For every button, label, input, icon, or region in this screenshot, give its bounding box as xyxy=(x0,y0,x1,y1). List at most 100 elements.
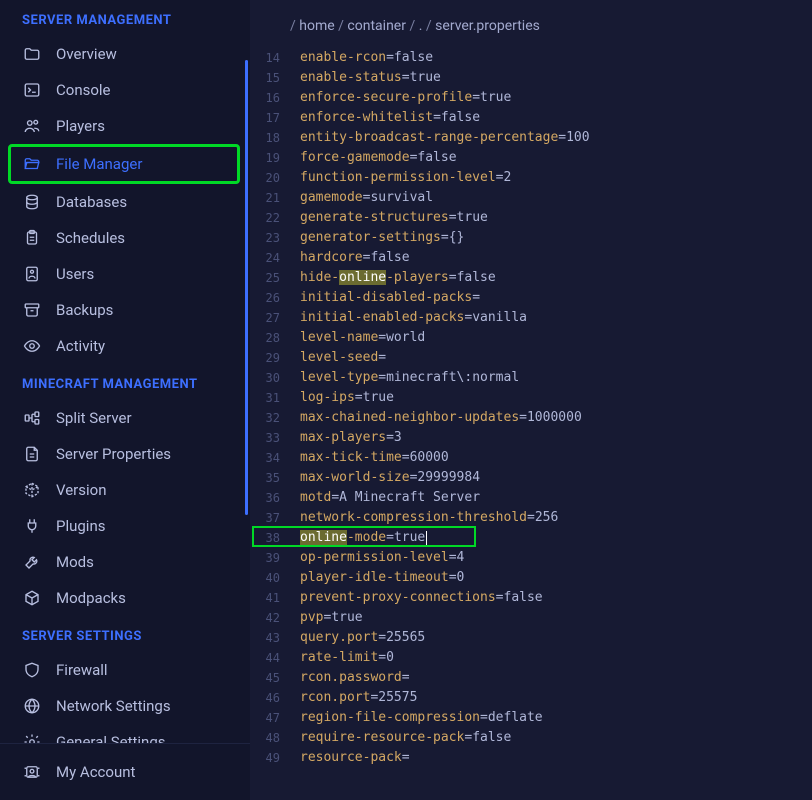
code-line[interactable]: 14enable-rcon=false xyxy=(256,48,812,68)
code-line[interactable]: 23generator-settings={} xyxy=(256,228,812,248)
code-content[interactable]: level-type=minecraft\:normal xyxy=(292,368,519,388)
code-line[interactable]: 21gamemode=survival xyxy=(256,188,812,208)
code-content[interactable]: gamemode=survival xyxy=(292,188,433,208)
code-content[interactable]: rate-limit=0 xyxy=(292,648,394,668)
code-content[interactable]: enable-rcon=false xyxy=(292,48,433,68)
code-line[interactable]: 30level-type=minecraft\:normal xyxy=(256,368,812,388)
breadcrumb-segment[interactable]: home xyxy=(299,18,334,34)
code-content[interactable]: log-ips=true xyxy=(292,388,394,408)
code-line[interactable]: 16enforce-secure-profile=true xyxy=(256,88,812,108)
sidebar-item-split-server[interactable]: Split Server xyxy=(0,400,250,436)
code-content[interactable]: enable-status=true xyxy=(292,68,441,88)
breadcrumb-segment[interactable]: container xyxy=(347,18,406,34)
code-line[interactable]: 46rcon.port=25575 xyxy=(256,688,812,708)
code-content[interactable]: force-gamemode=false xyxy=(292,148,457,168)
sidebar-item-label: Players xyxy=(56,117,105,135)
code-content[interactable]: rcon.port=25575 xyxy=(292,688,417,708)
line-number: 47 xyxy=(256,708,292,728)
code-line[interactable]: 41prevent-proxy-connections=false xyxy=(256,588,812,608)
code-content[interactable]: max-players=3 xyxy=(292,428,402,448)
code-content[interactable]: require-resource-pack=false xyxy=(292,728,511,748)
code-line[interactable]: 28level-name=world xyxy=(256,328,812,348)
sidebar-item-general-settings[interactable]: General Settings xyxy=(0,724,250,743)
sidebar-item-firewall[interactable]: Firewall xyxy=(0,652,250,688)
code-line[interactable]: 40player-idle-timeout=0 xyxy=(256,568,812,588)
code-line[interactable]: 44rate-limit=0 xyxy=(256,648,812,668)
code-line[interactable]: 22generate-structures=true xyxy=(256,208,812,228)
code-line[interactable]: 29level-seed= xyxy=(256,348,812,368)
code-content[interactable]: enforce-whitelist=false xyxy=(292,108,480,128)
code-content[interactable]: rcon.password= xyxy=(292,668,410,688)
code-content[interactable]: resource-pack= xyxy=(292,748,410,768)
code-line[interactable]: 19force-gamemode=false xyxy=(256,148,812,168)
code-content[interactable]: initial-disabled-packs= xyxy=(292,288,480,308)
code-content[interactable]: function-permission-level=2 xyxy=(292,168,511,188)
code-content[interactable]: query.port=25565 xyxy=(292,628,425,648)
code-content[interactable]: level-seed= xyxy=(292,348,386,368)
code-line[interactable]: 34max-tick-time=60000 xyxy=(256,448,812,468)
sidebar-item-overview[interactable]: Overview xyxy=(0,36,250,72)
code-content[interactable]: generate-structures=true xyxy=(292,208,488,228)
code-content[interactable]: network-compression-threshold=256 xyxy=(292,508,558,528)
code-content[interactable]: op-permission-level=4 xyxy=(292,548,464,568)
code-line[interactable]: 18entity-broadcast-range-percentage=100 xyxy=(256,128,812,148)
code-line[interactable]: 32max-chained-neighbor-updates=1000000 xyxy=(256,408,812,428)
code-line[interactable]: 37network-compression-threshold=256 xyxy=(256,508,812,528)
code-content[interactable]: initial-enabled-packs=vanilla xyxy=(292,308,527,328)
sidebar-item-databases[interactable]: Databases xyxy=(0,184,250,220)
code-line[interactable]: 47region-file-compression=deflate xyxy=(256,708,812,728)
sidebar-item-activity[interactable]: Activity xyxy=(0,328,250,364)
code-line[interactable]: 39op-permission-level=4 xyxy=(256,548,812,568)
code-content[interactable]: enforce-secure-profile=true xyxy=(292,88,511,108)
code-line[interactable]: 35max-world-size=29999984 xyxy=(256,468,812,488)
code-line[interactable]: 27initial-enabled-packs=vanilla xyxy=(256,308,812,328)
code-content[interactable]: prevent-proxy-connections=false xyxy=(292,588,543,608)
code-content[interactable]: motd=A Minecraft Server xyxy=(292,488,480,508)
code-content[interactable]: max-tick-time=60000 xyxy=(292,448,449,468)
code-content[interactable]: hardcore=false xyxy=(292,248,410,268)
sidebar-item-file-manager[interactable]: File Manager xyxy=(11,147,237,181)
code-line[interactable]: 38online-mode=true xyxy=(256,528,812,548)
code-line[interactable]: 49resource-pack= xyxy=(256,748,812,768)
code-content[interactable]: player-idle-timeout=0 xyxy=(292,568,464,588)
code-content[interactable]: max-world-size=29999984 xyxy=(292,468,480,488)
code-editor[interactable]: 14enable-rcon=false15enable-status=true1… xyxy=(250,48,812,768)
code-content[interactable]: entity-broadcast-range-percentage=100 xyxy=(292,128,590,148)
sidebar-item-console[interactable]: Console xyxy=(0,72,250,108)
code-line[interactable]: 17enforce-whitelist=false xyxy=(256,108,812,128)
code-line[interactable]: 26initial-disabled-packs= xyxy=(256,288,812,308)
code-line[interactable]: 31log-ips=true xyxy=(256,388,812,408)
code-content[interactable]: hide-online-players=false xyxy=(292,268,496,288)
code-line[interactable]: 24hardcore=false xyxy=(256,248,812,268)
sidebar-item-modpacks[interactable]: Modpacks xyxy=(0,580,250,616)
sidebar-item-backups[interactable]: Backups xyxy=(0,292,250,328)
line-number: 16 xyxy=(256,88,292,108)
sidebar-item-users[interactable]: Users xyxy=(0,256,250,292)
sidebar-item-network-settings[interactable]: Network Settings xyxy=(0,688,250,724)
my-account-link[interactable]: My Account xyxy=(0,754,250,790)
code-line[interactable]: 48require-resource-pack=false xyxy=(256,728,812,748)
code-line[interactable]: 25hide-online-players=false xyxy=(256,268,812,288)
code-line[interactable]: 42pvp=true xyxy=(256,608,812,628)
code-line[interactable]: 45rcon.password= xyxy=(256,668,812,688)
sidebar-item-mods[interactable]: Mods xyxy=(0,544,250,580)
breadcrumb[interactable]: / home / container / . / server.properti… xyxy=(250,0,812,48)
breadcrumb-segment[interactable]: . xyxy=(419,18,423,34)
sidebar-item-server-properties[interactable]: Server Properties xyxy=(0,436,250,472)
breadcrumb-segment[interactable]: server.properties xyxy=(435,18,540,34)
code-content[interactable]: level-name=world xyxy=(292,328,425,348)
code-content[interactable]: region-file-compression=deflate xyxy=(292,708,543,728)
code-content[interactable]: max-chained-neighbor-updates=1000000 xyxy=(292,408,582,428)
sidebar-item-plugins[interactable]: Plugins xyxy=(0,508,250,544)
code-line[interactable]: 33max-players=3 xyxy=(256,428,812,448)
code-line[interactable]: 36motd=A Minecraft Server xyxy=(256,488,812,508)
code-content[interactable]: generator-settings={} xyxy=(292,228,464,248)
code-line[interactable]: 43query.port=25565 xyxy=(256,628,812,648)
sidebar-item-players[interactable]: Players xyxy=(0,108,250,144)
code-line[interactable]: 15enable-status=true xyxy=(256,68,812,88)
sidebar-item-version[interactable]: Version xyxy=(0,472,250,508)
code-line[interactable]: 20function-permission-level=2 xyxy=(256,168,812,188)
sidebar-item-schedules[interactable]: Schedules xyxy=(0,220,250,256)
code-content[interactable]: pvp=true xyxy=(292,608,363,628)
code-content[interactable]: online-mode=true xyxy=(292,528,427,548)
